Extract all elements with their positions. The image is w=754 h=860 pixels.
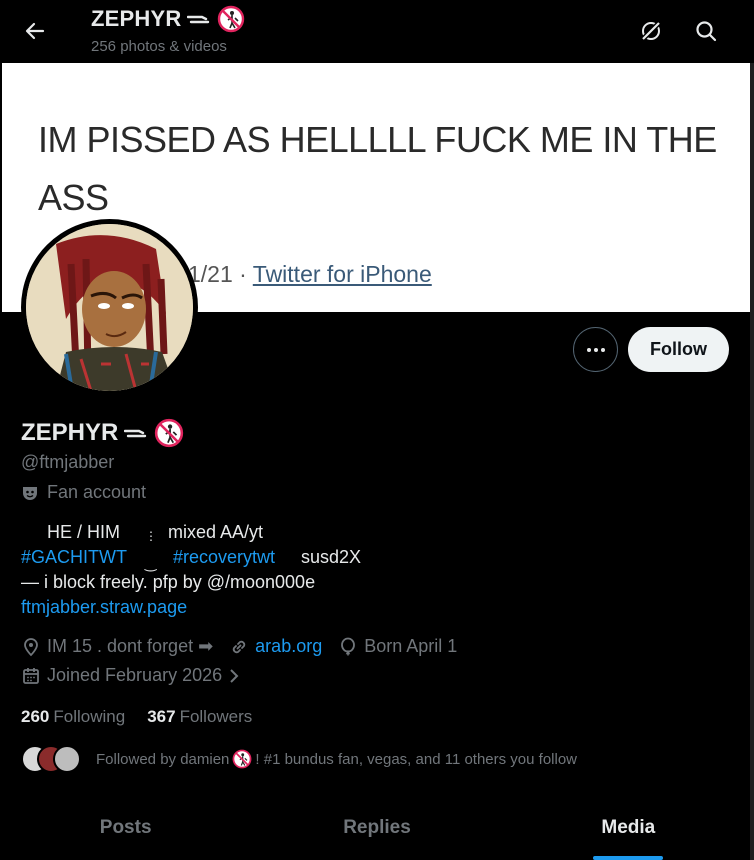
banner-source: Twitter for iPhone — [252, 261, 432, 287]
bio-line-1: HE / HIM ⋮ mixed AA/yt — [21, 520, 315, 545]
birthday-text: Born April 1 — [364, 636, 458, 656]
website-item: arab.org — [229, 636, 322, 657]
website-link[interactable]: arab.org — [255, 636, 322, 657]
tab-replies[interactable]: Replies — [251, 796, 502, 860]
dash-lines-icon — [124, 429, 147, 438]
grok-icon — [640, 20, 662, 42]
followers-link[interactable]: 367 Followers — [147, 707, 252, 727]
banner-date: 1/21 · — [188, 261, 253, 287]
header-subtitle: 256 photos & videos — [91, 38, 227, 55]
profile-meta-row-2: Joined February 2026 — [21, 665, 256, 686]
follow-button[interactable]: Follow — [628, 327, 729, 372]
hashtag-gachitwt[interactable]: #GACHITWT — [21, 545, 127, 570]
more-options-button[interactable] — [573, 327, 618, 372]
avatar-image — [26, 224, 193, 391]
followers-label: Followers — [179, 707, 253, 726]
follower-avatars — [21, 744, 85, 774]
location-item: IM 15 . dont forget ➡ — [21, 636, 213, 657]
theater-masks-icon — [23, 486, 37, 500]
followers-count: 367 — [147, 707, 176, 726]
bio-link[interactable]: ftmjabber.straw.page — [21, 597, 187, 617]
following-link[interactable]: 260 Following — [21, 707, 125, 727]
profile-display-name: ZEPHYR — [21, 419, 119, 446]
link-icon — [232, 640, 246, 653]
scrollbar-track[interactable] — [750, 63, 754, 860]
tab-label: Replies — [343, 817, 411, 838]
follow-counts: 260 Following 367 Followers — [21, 707, 252, 727]
location-pin-icon — [24, 637, 38, 656]
avatar[interactable] — [21, 219, 198, 396]
back-button[interactable] — [20, 16, 50, 46]
tab-media[interactable]: Media — [503, 796, 754, 860]
bio-line-3: — i block freely. pfp by @/moon000e — [21, 572, 316, 592]
profile-category: Fan account — [21, 482, 146, 503]
bio-susd: susd2X — [301, 547, 362, 567]
avatar-illustration — [26, 224, 193, 391]
active-tab-indicator — [593, 856, 664, 860]
header-name: ZEPHYR — [91, 6, 182, 31]
profile-handle: @ftmjabber — [21, 452, 115, 472]
tab-posts[interactable]: Posts — [0, 796, 251, 860]
banner-meta: 1/21 · Twitter for iPhone — [188, 261, 432, 288]
bio-pronouns: HE / HIM — [47, 522, 121, 542]
bio-ethnicity: mixed AA/yt — [168, 522, 264, 542]
tab-label: Posts — [99, 817, 152, 838]
search-button[interactable] — [689, 14, 723, 48]
top-bar: ZEPHYR 256 photos & videos — [0, 0, 754, 63]
category-label: Fan account — [47, 482, 147, 502]
location-text: IM 15 . dont forget ➡ — [47, 636, 214, 656]
profile-name: ZEPHYR — [21, 418, 184, 448]
bio-line-4: ftmjabber.straw.page — [21, 595, 315, 620]
following-label: Following — [53, 707, 126, 726]
followed-by-text-b: ! #1 bundus fan, vegas, and 11 others yo… — [255, 750, 578, 768]
joined-item[interactable]: Joined February 2026 — [21, 665, 240, 686]
balloon-icon — [341, 637, 356, 655]
grok-button[interactable] — [634, 14, 668, 48]
followed-by-text-a: Followed by damien — [96, 750, 230, 768]
dash-lines-icon — [187, 15, 210, 24]
following-count: 260 — [21, 707, 50, 726]
calendar-icon — [23, 667, 39, 684]
banner-text: IM PISSED AS HELLLLL FUCK ME IN THE ASS — [38, 119, 717, 218]
profile-meta-row-1: IM 15 . dont forget ➡ arab.org Born Apri… — [21, 636, 473, 657]
arrow-left-icon — [25, 22, 45, 40]
header-title: ZEPHYR — [91, 5, 245, 33]
no-littering-icon — [155, 418, 184, 448]
chevron-right-icon — [230, 668, 239, 683]
followed-by[interactable]: Followed by damien ! #1 bundus fan, vega… — [21, 744, 577, 774]
profile-bio: HE / HIM ⋮ mixed AA/yt #GACHITWT ‿ #reco… — [21, 520, 361, 620]
follower-avatar — [53, 745, 81, 773]
profile-tabs: Posts Replies Media — [0, 796, 754, 860]
more-dots-icon — [586, 347, 605, 352]
tab-label: Media — [601, 817, 656, 838]
bio-line-2: #GACHITWT ‿ #recoverytwt susd2X — [21, 545, 361, 571]
no-littering-icon — [232, 749, 252, 769]
search-icon — [696, 21, 717, 42]
joined-text: Joined February 2026 — [47, 665, 223, 685]
no-littering-icon — [218, 5, 245, 33]
hashtag-recoverytwt[interactable]: #recoverytwt — [173, 545, 275, 570]
birthday-item: Born April 1 — [338, 636, 457, 657]
